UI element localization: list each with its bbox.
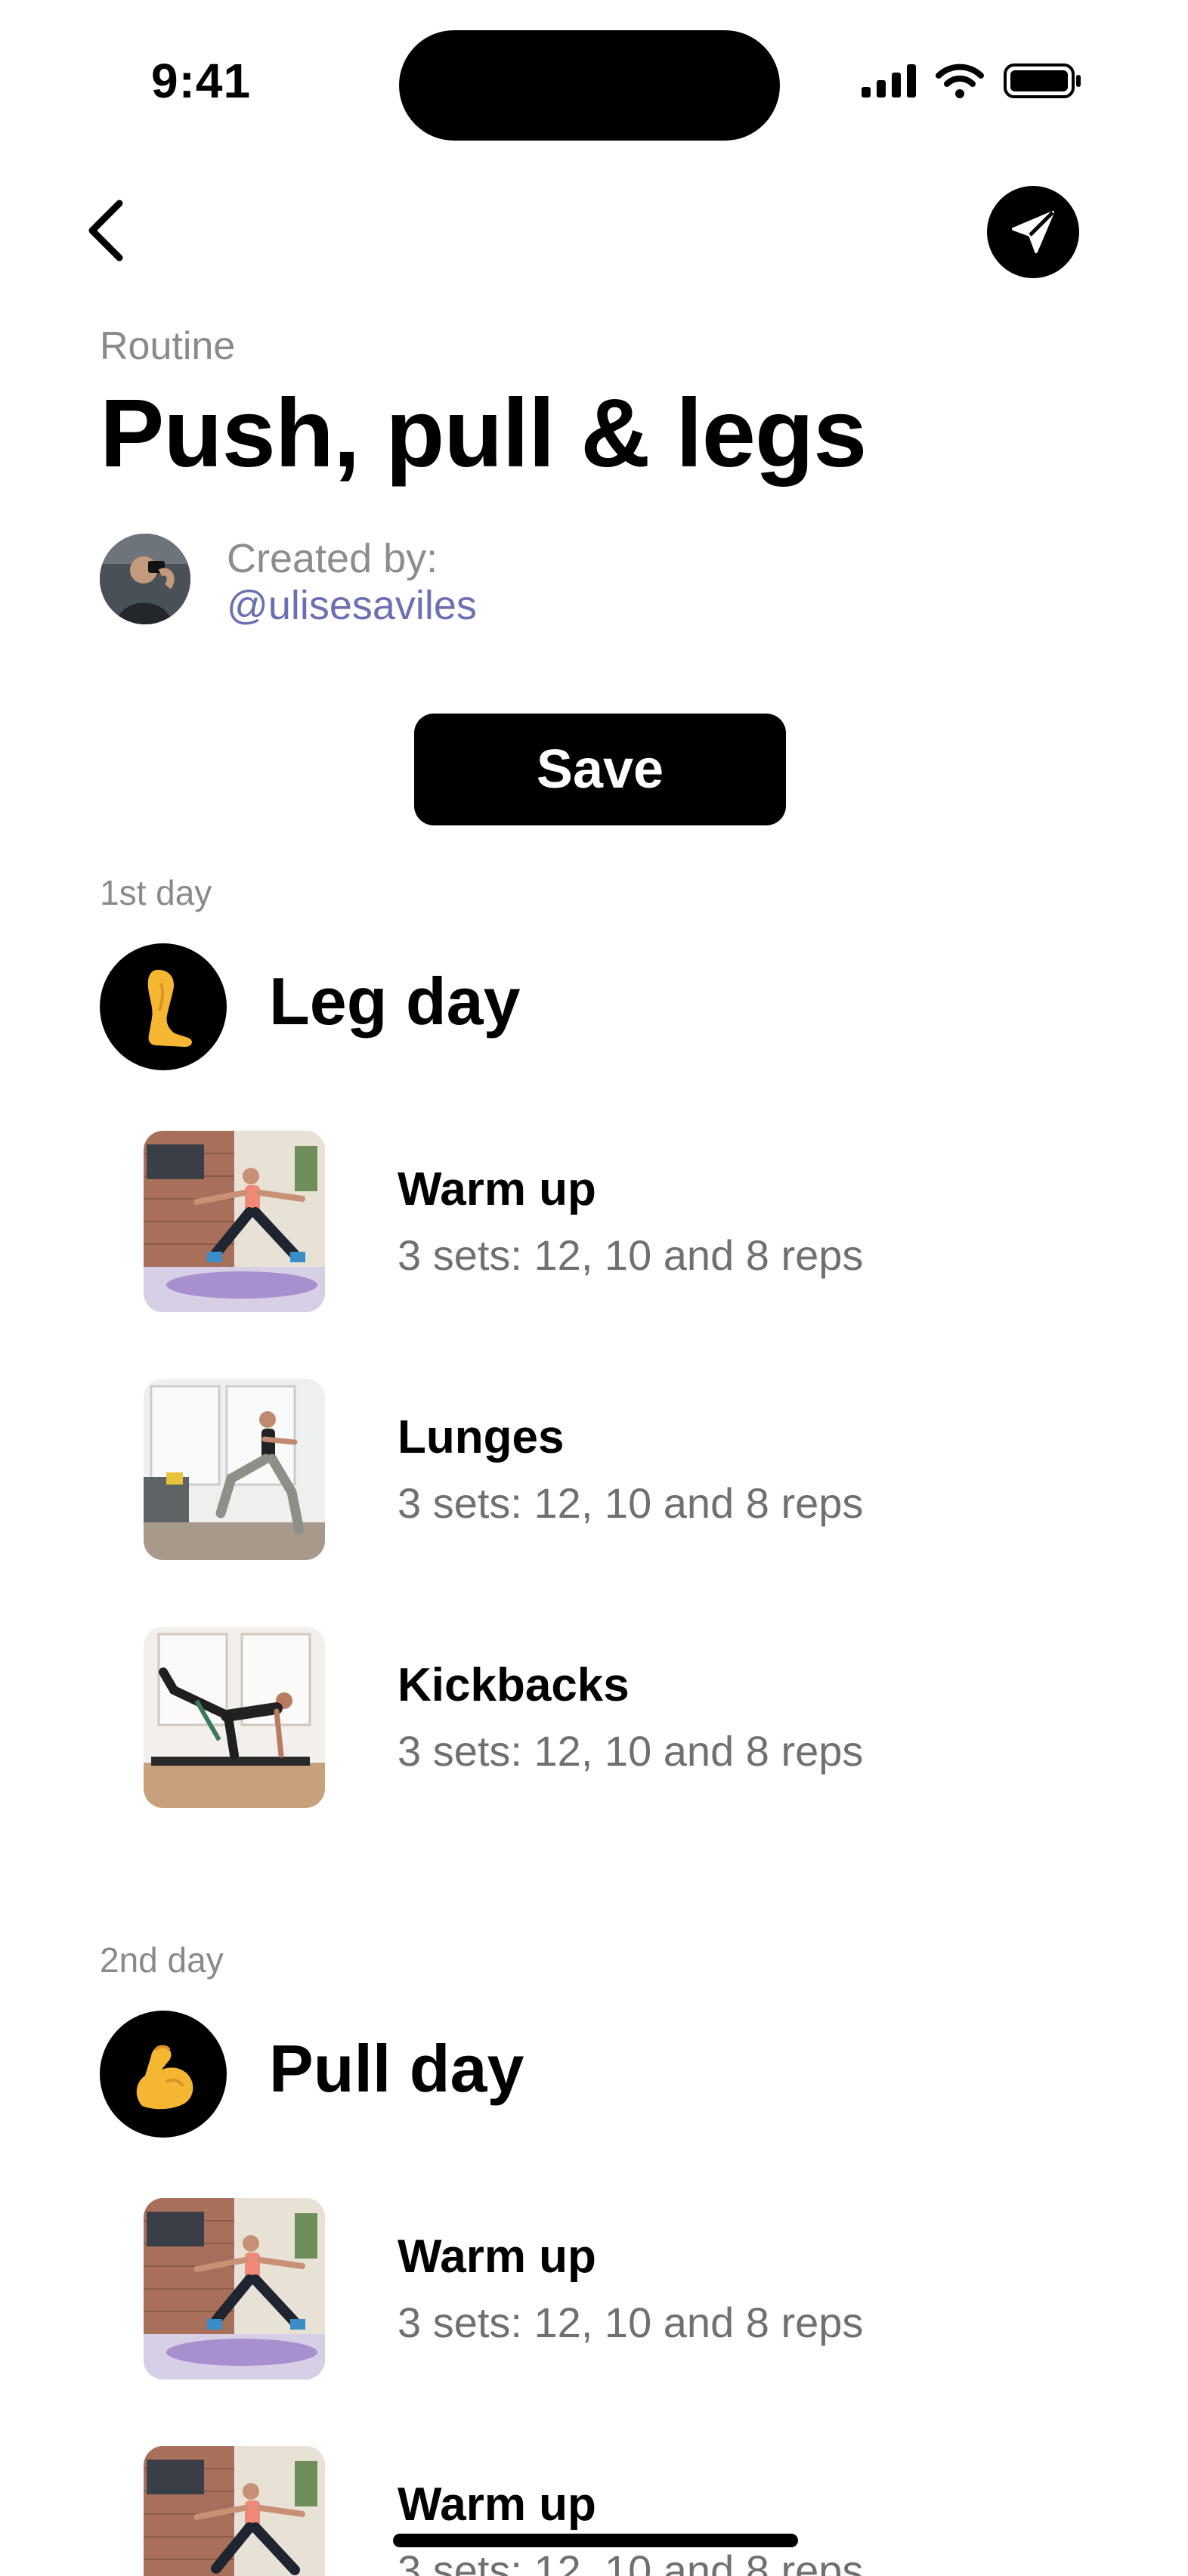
exercise-thumbnail — [144, 1379, 325, 1560]
wifi-icon — [936, 63, 984, 98]
dynamic-island — [399, 30, 780, 141]
status-time: 9:41 — [151, 54, 252, 108]
exercise-detail: 3 sets: 12, 10 and 8 reps — [398, 1231, 864, 1279]
day-1-title: Leg day — [269, 964, 521, 1039]
exercise-name: Warm up — [398, 2231, 596, 2283]
exercise-detail: 3 sets: 12, 10 and 8 reps — [398, 2547, 864, 2576]
send-icon — [1012, 211, 1054, 253]
creator-label: Created by: — [227, 536, 438, 581]
creator-avatar[interactable] — [100, 534, 190, 624]
exercise-thumbnail — [144, 1627, 325, 1808]
exercise-item[interactable]: Kickbacks 3 sets: 12, 10 and 8 reps — [144, 1627, 1088, 1808]
exercise-item[interactable]: Warm up 3 sets: 12, 10 and 8 reps — [144, 1131, 1088, 1312]
status-icons — [862, 63, 1082, 98]
warm-up-photo — [144, 2446, 325, 2576]
day-2-title: Pull day — [269, 2031, 524, 2106]
day-2-kicker: 2nd day — [100, 1940, 224, 1980]
exercise-name: Warm up — [398, 2478, 596, 2531]
exercise-thumbnail — [144, 2198, 325, 2379]
lunges-photo — [144, 1379, 325, 1560]
exercise-detail: 3 sets: 12, 10 and 8 reps — [398, 1727, 864, 1775]
share-button[interactable] — [987, 186, 1079, 278]
warm-up-photo — [144, 2198, 325, 2379]
avatar-photo — [100, 534, 190, 624]
creator-handle-link[interactable]: @ulisesaviles — [227, 582, 477, 629]
flexed-biceps-icon — [100, 2011, 227, 2138]
exercise-name: Lunges — [398, 1411, 565, 1463]
exercise-name: Warm up — [398, 1163, 596, 1215]
cellular-signal-icon — [862, 64, 916, 98]
routine-kicker: Routine — [100, 324, 236, 368]
back-button[interactable] — [76, 197, 136, 265]
exercise-detail: 3 sets: 12, 10 and 8 reps — [398, 2299, 864, 2346]
page-title: Push, pull & legs — [100, 379, 867, 488]
kickbacks-photo — [144, 1627, 325, 1808]
leg-icon — [100, 943, 227, 1070]
save-button[interactable]: Save — [414, 714, 786, 825]
exercise-item[interactable]: Lunges 3 sets: 12, 10 and 8 reps — [144, 1379, 1088, 1560]
exercise-thumbnail — [144, 2446, 325, 2576]
home-indicator[interactable] — [393, 2534, 798, 2547]
exercise-name: Kickbacks — [398, 1659, 630, 1711]
chevron-left-icon — [88, 200, 123, 262]
battery-icon — [1004, 63, 1081, 98]
day-1-kicker: 1st day — [100, 873, 212, 912]
exercise-item[interactable]: Warm up 3 sets: 12, 10 and 8 reps — [144, 2446, 1088, 2576]
warm-up-photo — [144, 1131, 325, 1312]
phone-screen: 9:41 Routine Push, pull & legs Created b… — [0, 0, 1188, 2576]
exercise-detail: 3 sets: 12, 10 and 8 reps — [398, 1479, 864, 1527]
exercise-item[interactable]: Warm up 3 sets: 12, 10 and 8 reps — [144, 2198, 1088, 2379]
exercise-thumbnail — [144, 1131, 325, 1312]
